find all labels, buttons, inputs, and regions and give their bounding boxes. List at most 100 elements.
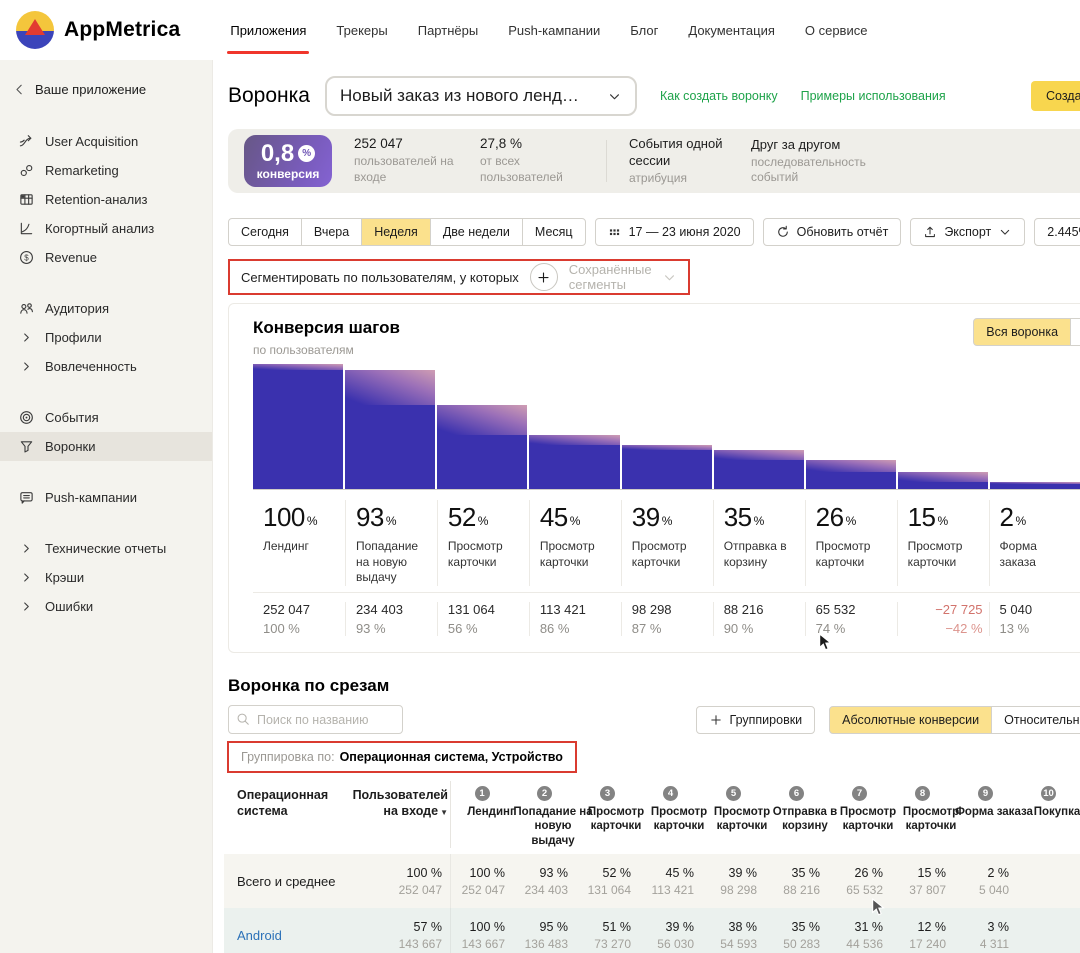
conversion-label: конверсия — [256, 166, 320, 181]
period-button[interactable]: Вчера — [300, 218, 363, 246]
nav-tab[interactable]: Документация — [688, 0, 775, 61]
row-name[interactable]: Android — [224, 928, 336, 943]
period-button[interactable]: Две недели — [429, 218, 523, 246]
sidebar-item-audience[interactable]: Аудитория — [0, 294, 212, 323]
funnel-bar-step-3[interactable] — [437, 405, 528, 489]
add-segment-button[interactable] — [529, 263, 558, 291]
saved-segments-dropdown[interactable]: Сохранённые сегменты — [569, 262, 677, 292]
period-button[interactable]: Неделя — [361, 218, 431, 246]
brand-name: AppMetrica — [64, 18, 181, 41]
step-value-cell: 93 % 234 403 — [513, 866, 576, 897]
chevron-left-icon — [12, 82, 27, 97]
sidebar-item-events[interactable]: События — [0, 403, 212, 432]
cell-percent: 100 % — [469, 865, 505, 880]
funnel-bars — [253, 364, 1080, 490]
funnel-bar-step-6[interactable] — [713, 450, 804, 489]
sidebar-item-profiles[interactable]: Профили — [0, 323, 212, 352]
funnel-bar-drop — [345, 370, 436, 406]
brand[interactable]: AppMetrica — [16, 11, 180, 49]
funnel-bar-step-2[interactable] — [345, 370, 436, 489]
cell-users: 234 403 — [524, 882, 568, 897]
funnel-number-cell: 98 298 87 % — [620, 602, 713, 636]
step-value-cell: 35 % 50 283 — [765, 920, 828, 951]
period-selector: Сегодня Вчера Неделя Две недели Месяц — [228, 218, 586, 246]
sidebar-item-remarketing[interactable]: Remarketing — [0, 156, 212, 185]
chart-tab[interactable]: Хвост крупно — [1070, 318, 1080, 346]
cell-percent: 100 % — [469, 919, 505, 934]
entry-users-column-header[interactable]: Пользователей на входе ▼ — [336, 781, 450, 848]
how-to-create-funnel-link[interactable]: Как создать воронку — [655, 89, 778, 103]
sidebar-item-errors[interactable]: Ошибки — [0, 592, 212, 621]
sidebar: Ваше приложение User Acquisition Remarket… — [0, 60, 213, 953]
usage-examples-link[interactable]: Примеры использования — [796, 89, 946, 103]
funnel-bar-step-8[interactable] — [897, 471, 989, 489]
funnel-bar-step-9[interactable] — [990, 481, 1080, 489]
nav-tab[interactable]: О сервисе — [805, 0, 868, 61]
step-conversion: 86 % — [539, 621, 570, 636]
back-to-application[interactable]: Ваше приложение — [0, 78, 212, 101]
sidebar-item-tech-reports[interactable]: Технические отчеты — [0, 534, 212, 563]
chevron-icon — [18, 330, 34, 345]
sidebar-group: События Воронки — [0, 403, 212, 461]
funnel-bar-fill — [621, 450, 712, 489]
sidebar-item-revenue[interactable]: $ Revenue — [0, 243, 212, 272]
table-step-column-header: 8 Просмотр карточки — [891, 781, 959, 848]
stat-value: 27,8 % — [480, 136, 523, 152]
events-icon — [18, 410, 34, 425]
create-funnel-button[interactable]: Создать новую воронку — [1031, 81, 1080, 111]
sidebar-item-crashes[interactable]: Крэши — [0, 563, 212, 592]
step-label: Просмотр карточки — [539, 539, 595, 569]
grouping-value[interactable]: Операционная система, Устройство — [340, 750, 563, 764]
export-button[interactable]: Экспорт — [910, 218, 1026, 246]
step-number-badge: 7 — [852, 786, 867, 801]
chart-subtitle: по пользователям — [253, 343, 354, 357]
refresh-report-button[interactable]: Обновить отчёт — [762, 218, 902, 246]
funnel-bar-step-1[interactable] — [253, 364, 344, 489]
cell-percent: 12 % — [917, 919, 947, 934]
period-button[interactable]: Месяц — [521, 218, 586, 246]
cell-percent: 57 % — [413, 919, 443, 934]
step-percent: 39 — [631, 502, 660, 532]
conversion-mode-button[interactable]: Относительные — [991, 705, 1080, 734]
funnel-bar-fill — [805, 471, 896, 489]
slices-section-title: Воронка по срезам — [228, 676, 390, 695]
cell-users: 88 216 — [783, 882, 820, 897]
conversion-mode-button[interactable]: Абсолютные конверсии — [829, 705, 993, 734]
nav-tab[interactable]: Push-кампании — [508, 0, 600, 61]
table-step-column-header: 6 Отправка в корзину — [765, 781, 837, 848]
cell-users: 143 667 — [461, 936, 505, 951]
nav-tab[interactable]: Блог — [630, 0, 658, 61]
funnel-bar-step-7[interactable] — [805, 460, 896, 489]
funnel-bar-step-5[interactable] — [621, 445, 712, 489]
nav-tab[interactable]: Партнёры — [418, 0, 478, 61]
top-bar: AppMetrica Приложения Трекеры Партнёры Push… — [0, 0, 1080, 60]
nav-tab[interactable]: Трекеры — [336, 0, 387, 61]
funnel-bar-step-4[interactable] — [529, 435, 620, 489]
funnel-selector[interactable]: Новый заказ из нового ленд… — [324, 76, 637, 116]
step-value-cell: 95 % 136 483 — [513, 920, 576, 951]
percent-icon: % — [298, 145, 316, 162]
search-input[interactable] — [228, 705, 403, 734]
chart-tab[interactable]: Вся воронка — [973, 318, 1072, 346]
sidebar-item-cohort-analysis[interactable]: Когортный анализ — [0, 214, 212, 243]
funnel-bar-drop — [805, 460, 896, 472]
retention-icon — [18, 192, 34, 207]
sampling-button[interactable]: 2.445% данных — [1034, 218, 1080, 246]
funnel-bar-drop — [529, 435, 620, 446]
table-step-column-header: 9 Форма заказа — [954, 781, 1033, 848]
sidebar-item-funnels[interactable]: Воронки — [0, 432, 212, 461]
sidebar-item-push-campaigns[interactable]: Push-кампании — [0, 483, 212, 512]
nav-tab[interactable]: Приложения — [227, 0, 310, 61]
step-value-cell: 39 % 56 030 — [639, 920, 702, 951]
step-value-cell: 100 % 252 047 — [450, 854, 513, 909]
sidebar-group: Push-кампании — [0, 483, 212, 512]
sidebar-item-engagement[interactable]: Вовлеченность — [0, 352, 212, 381]
chevron-icon — [18, 570, 34, 585]
sidebar-item-user-acquisition[interactable]: User Acquisition — [0, 127, 212, 156]
cell-users: 37 807 — [909, 882, 946, 897]
date-range-button[interactable]: 17 — 23 июня 2020 — [594, 218, 754, 246]
groupings-button[interactable]: Группировки — [695, 705, 816, 734]
period-button[interactable]: Сегодня — [228, 218, 302, 246]
cell-percent: 35 % — [791, 919, 821, 934]
sidebar-item-retention-analysis[interactable]: Retention-анализ — [0, 185, 212, 214]
